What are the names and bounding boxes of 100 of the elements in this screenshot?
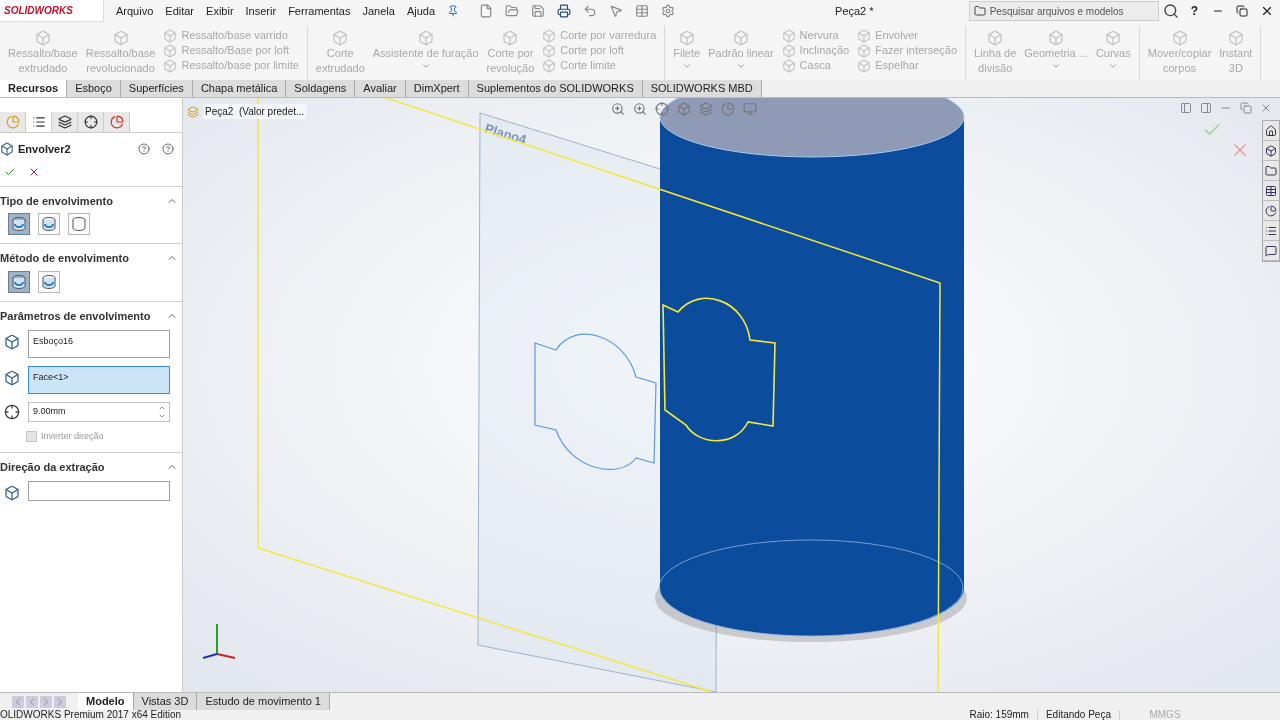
- part-icon: [187, 105, 199, 118]
- restore-icon[interactable]: [1236, 5, 1248, 17]
- section-title: Método de envolvimento: [0, 251, 129, 266]
- manager-tab-icon: [109, 115, 124, 129]
- panel-icon[interactable]: [1180, 102, 1192, 114]
- command-tab[interactable]: Avaliar: [355, 80, 406, 97]
- cube-icon: [4, 485, 20, 501]
- command-tab[interactable]: Superfícies: [120, 80, 193, 97]
- panel-icon[interactable]: [1200, 102, 1212, 114]
- task-pane-icon: [1265, 144, 1277, 157]
- menu-item[interactable]: Exibir: [206, 2, 234, 20]
- app-logo[interactable]: SOLIDWORKS: [0, 0, 104, 22]
- spin-up-icon[interactable]: [157, 404, 167, 412]
- view-tool-icon[interactable]: [655, 102, 669, 116]
- cube-icon: [1048, 30, 1065, 46]
- manager-tab[interactable]: [52, 112, 78, 132]
- manager-tab-icon: [5, 115, 20, 129]
- command-tab[interactable]: Suplementos do SOLIDWORKS: [468, 80, 643, 97]
- option-button[interactable]: [38, 213, 60, 235]
- menu-item[interactable]: Inserir: [245, 2, 277, 20]
- model-tab[interactable]: Vistas 3D: [133, 693, 198, 710]
- spin-down-icon[interactable]: [157, 412, 167, 420]
- cylinder-icon: [11, 216, 27, 232]
- option-button[interactable]: [68, 213, 90, 235]
- menu-item[interactable]: Ajuda: [406, 2, 436, 20]
- search-field[interactable]: Pesquisar arquivos e modelos: [968, 1, 1159, 21]
- cylinder-icon: [71, 216, 87, 232]
- toolbar-icon[interactable]: [557, 4, 572, 18]
- model-tab[interactable]: Modelo: [78, 693, 134, 710]
- feature-icon: [0, 142, 14, 157]
- section-title: Direção da extração: [0, 459, 105, 475]
- number-field[interactable]: 9.00mm: [28, 402, 170, 422]
- section-title: Parâmetros de envolvimento: [0, 308, 151, 324]
- selection-field[interactable]: [28, 481, 170, 501]
- cube-icon: [987, 30, 1004, 46]
- cube-icon: [781, 43, 796, 58]
- view-tool-icon[interactable]: [633, 102, 647, 116]
- status-text: Raio: 159mm: [961, 710, 1038, 720]
- task-pane-icon: [1265, 224, 1277, 237]
- view-tool-icon[interactable]: [611, 102, 625, 116]
- menu-item[interactable]: Arquivo: [116, 2, 154, 20]
- cube-icon: [163, 28, 178, 43]
- selection-field[interactable]: Face<1>: [28, 366, 170, 394]
- checkbox-label: Inverter direção: [41, 430, 104, 443]
- field-value: 9.00mm: [33, 405, 66, 419]
- selection-field[interactable]: Esboço16: [28, 330, 170, 358]
- cube-icon: [4, 334, 20, 350]
- search-icon[interactable]: [1162, 3, 1179, 19]
- cube-icon: [857, 43, 872, 58]
- task-pane-icon: [1265, 244, 1277, 257]
- cube-icon: [678, 30, 695, 46]
- close-icon[interactable]: [1260, 4, 1274, 18]
- command-tab[interactable]: Chapa metálica: [192, 80, 287, 97]
- option-button[interactable]: [38, 270, 60, 293]
- cylinder-icon: [41, 273, 57, 290]
- cube-icon: [542, 28, 557, 43]
- manager-tab[interactable]: [78, 112, 104, 132]
- cube-icon: [542, 58, 557, 73]
- menu-item[interactable]: Janela: [362, 2, 395, 20]
- manager-tab-icon: [83, 115, 98, 129]
- help-icon[interactable]: [138, 143, 150, 156]
- cube-icon: [1171, 30, 1188, 46]
- cube-icon: [34, 30, 51, 46]
- feature-title: Envolver2: [18, 142, 71, 157]
- cube-icon: [1227, 30, 1244, 46]
- cube-icon: [4, 370, 20, 386]
- window-title: Peça2 *: [835, 3, 874, 19]
- option-button[interactable]: [8, 213, 30, 235]
- help-button[interactable]: ?: [1190, 2, 1198, 20]
- cube-icon: [502, 30, 519, 46]
- command-tab[interactable]: SOLIDWORKS MBD: [642, 80, 762, 97]
- cube-icon: [332, 30, 349, 46]
- command-tab[interactable]: Soldagens: [286, 80, 356, 97]
- status-text: OLIDWORKS Premium 2017 x64 Edition: [0, 710, 182, 720]
- tree-node[interactable]: Peça2 (Valor predet...: [203, 104, 307, 119]
- cube-icon: [857, 28, 872, 43]
- task-pane-icon: [1265, 204, 1277, 217]
- menu-item[interactable]: Ferramentas: [288, 2, 351, 20]
- command-tab[interactable]: DimXpert: [405, 80, 469, 97]
- command-tab[interactable]: Recursos: [0, 80, 68, 97]
- task-pane-icon: [1265, 164, 1277, 177]
- cylinder-icon: [41, 216, 57, 232]
- help-icon[interactable]: [162, 143, 174, 156]
- cube-icon: [1105, 30, 1122, 46]
- cylinder-icon: [11, 273, 27, 290]
- logo-text: SOLIDWORKS: [4, 5, 73, 16]
- folder-icon[interactable]: [973, 5, 986, 17]
- menu-item[interactable]: Editar: [165, 2, 195, 20]
- section-title: Tipo de envolvimento: [0, 193, 113, 209]
- manager-tab[interactable]: [104, 112, 130, 132]
- cube-icon: [857, 58, 872, 73]
- command-tab[interactable]: Esboço: [67, 80, 121, 97]
- cube-icon: [112, 30, 129, 46]
- cube-icon: [163, 58, 178, 73]
- manager-tab-icon: [57, 115, 72, 129]
- cube-icon: [542, 43, 557, 58]
- pin-icon[interactable]: [447, 5, 460, 17]
- manager-tab-icon: [31, 115, 46, 129]
- model-tab[interactable]: Estudo de movimento 1: [197, 693, 330, 710]
- option-button[interactable]: [8, 270, 30, 293]
